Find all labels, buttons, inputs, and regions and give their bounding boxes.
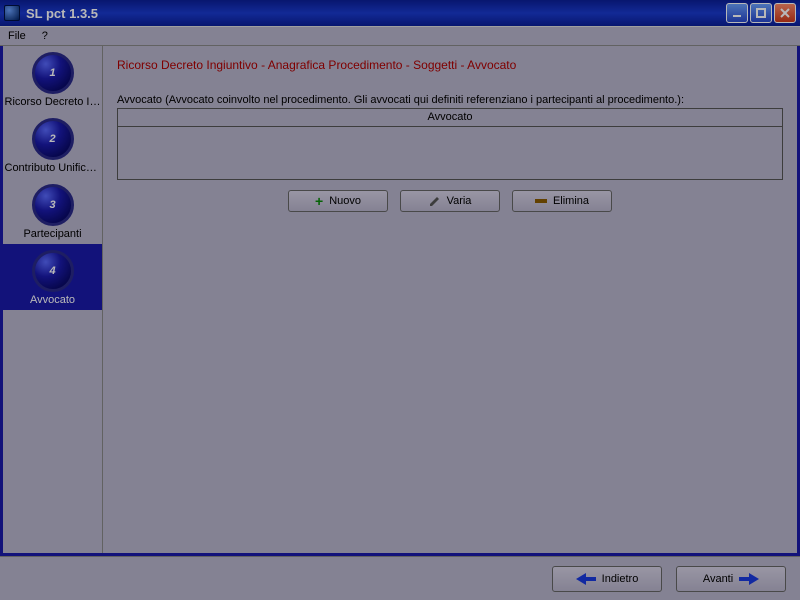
grid-header: Avvocato <box>118 109 782 127</box>
arrow-right-icon <box>739 573 759 585</box>
back-button-label: Indietro <box>602 573 639 585</box>
step-label: Contributo Unificato <box>5 162 101 174</box>
minimize-button[interactable] <box>726 3 748 23</box>
minus-icon <box>535 199 547 203</box>
edit-button[interactable]: Varia <box>400 190 500 212</box>
app-icon <box>4 5 20 21</box>
grid-actions: + Nuovo Varia Elimina <box>117 190 783 212</box>
step-label: Avvocato <box>5 294 101 306</box>
breadcrumb: Ricorso Decreto Ingiuntivo - Anagrafica … <box>117 58 783 72</box>
new-button-label: Nuovo <box>329 195 361 207</box>
back-button[interactable]: Indietro <box>552 566 662 592</box>
pencil-icon <box>429 195 441 207</box>
maximize-button[interactable] <box>750 3 772 23</box>
new-button[interactable]: + Nuovo <box>288 190 388 212</box>
section-label: Avvocato (Avvocato coinvolto nel procedi… <box>117 94 783 106</box>
client-area: 1 Ricorso Decreto In... 2 Contributo Uni… <box>0 46 800 556</box>
step-label: Partecipanti <box>5 228 101 240</box>
wizard-sidebar: 1 Ricorso Decreto In... 2 Contributo Uni… <box>3 46 103 553</box>
step-circle-icon: 3 <box>32 184 74 226</box>
menubar: File ? <box>0 26 800 46</box>
sidebar-step-4[interactable]: 4 Avvocato <box>3 244 102 310</box>
titlebar[interactable]: SL pct 1.3.5 <box>0 0 800 26</box>
minimize-icon <box>731 7 743 19</box>
next-button-label: Avanti <box>703 573 733 585</box>
maximize-icon <box>755 7 767 19</box>
close-icon <box>779 7 791 19</box>
sidebar-step-3[interactable]: 3 Partecipanti <box>3 178 102 244</box>
step-label: Ricorso Decreto In... <box>5 96 101 108</box>
window-title: SL pct 1.3.5 <box>26 6 726 21</box>
close-button[interactable] <box>774 3 796 23</box>
grid-body[interactable] <box>118 127 782 179</box>
step-circle-icon: 1 <box>32 52 74 94</box>
sidebar-step-1[interactable]: 1 Ricorso Decreto In... <box>3 46 102 112</box>
plus-icon: + <box>315 193 323 209</box>
avvocato-grid[interactable]: Avvocato <box>117 108 783 180</box>
step-circle-icon: 4 <box>32 250 74 292</box>
step-circle-icon: 2 <box>32 118 74 160</box>
wizard-footer: Indietro Avanti <box>0 556 800 600</box>
grid-column-avvocato[interactable]: Avvocato <box>118 109 782 126</box>
menu-file[interactable]: File <box>4 29 30 43</box>
menu-help[interactable]: ? <box>38 29 52 43</box>
sidebar-step-2[interactable]: 2 Contributo Unificato <box>3 112 102 178</box>
main-panel: Ricorso Decreto Ingiuntivo - Anagrafica … <box>103 46 797 553</box>
edit-button-label: Varia <box>447 195 472 207</box>
next-button[interactable]: Avanti <box>676 566 786 592</box>
arrow-left-icon <box>576 573 596 585</box>
delete-button-label: Elimina <box>553 195 589 207</box>
delete-button[interactable]: Elimina <box>512 190 612 212</box>
app-window: SL pct 1.3.5 File ? 1 Ricorso Decreto In… <box>0 0 800 600</box>
